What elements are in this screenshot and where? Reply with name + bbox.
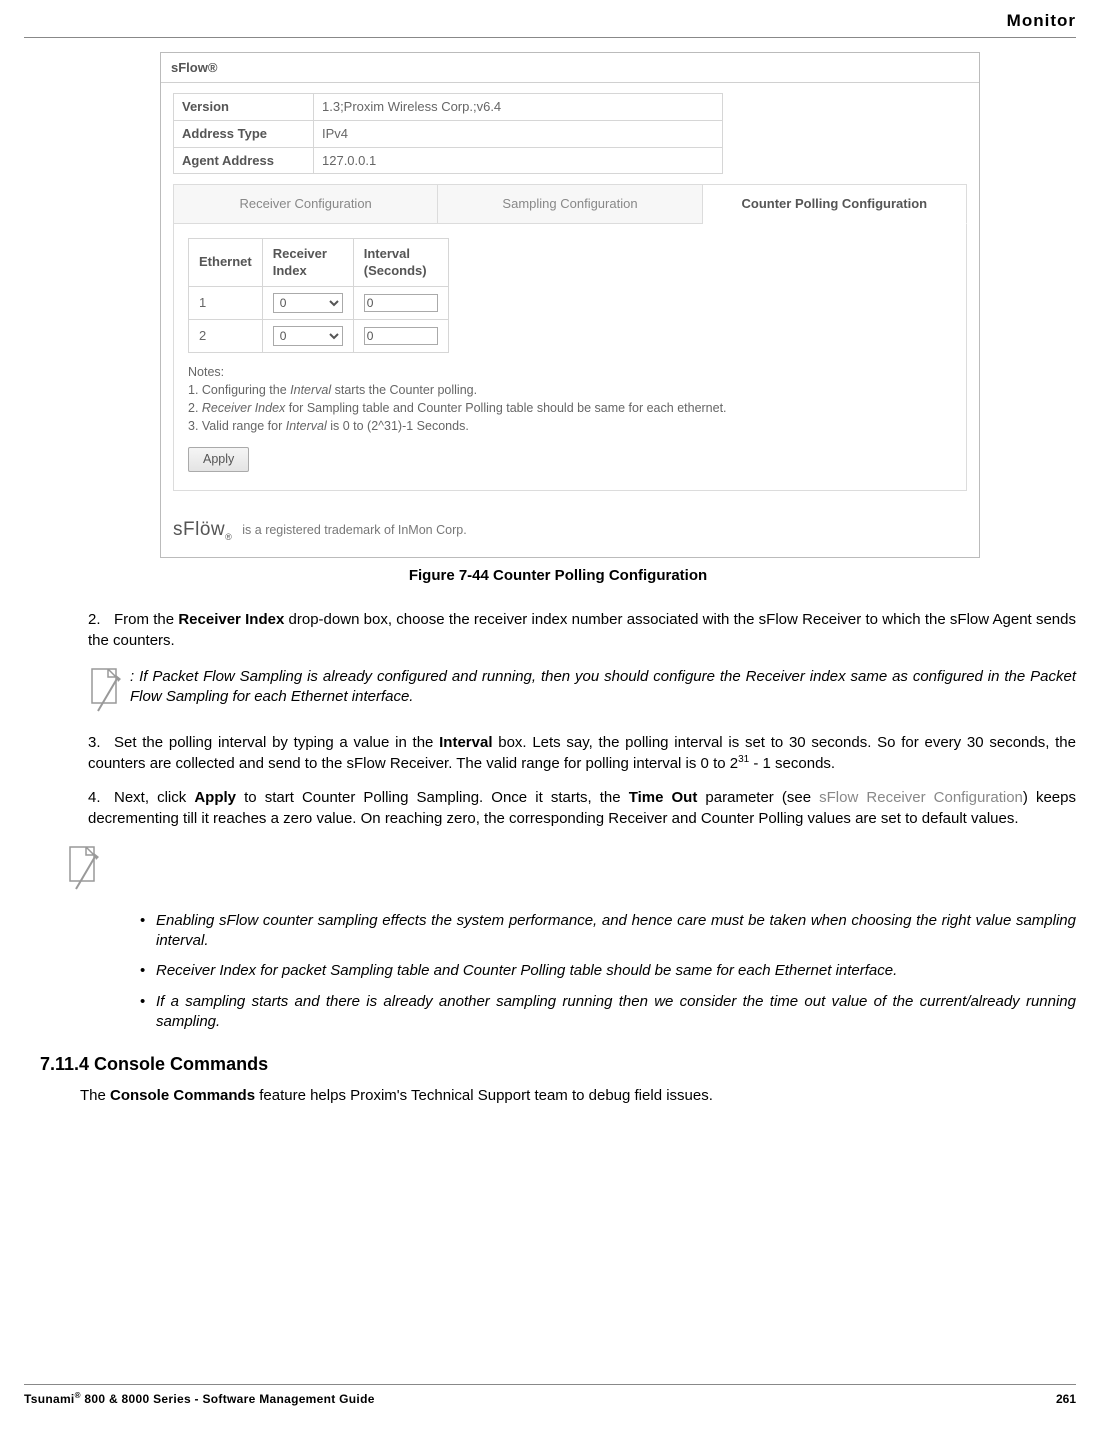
step-3: 3.Set the polling interval by typing a v… — [88, 733, 1076, 775]
page-number: 261 — [1056, 1391, 1076, 1407]
note-blank — [66, 845, 1076, 891]
step-2: 2.From the Receiver Index drop-down box,… — [88, 610, 1076, 651]
field-value-version: 1.3;Proxim Wireless Corp.;v6.4 — [314, 94, 723, 121]
col-receiver-index: Receiver Index — [262, 238, 353, 286]
table-row: 2 0 — [189, 319, 449, 352]
counter-polling-panel: Ethernet Receiver Index Interval (Second… — [173, 224, 967, 491]
header-rule — [24, 37, 1076, 38]
trademark-line: sFlöw® is a registered trademark of InMo… — [173, 517, 967, 543]
bullet-2: Receiver Index for packet Sampling table… — [140, 961, 1076, 981]
section-heading-console-commands: 7.11.4 Console Commands — [40, 1052, 1076, 1076]
tab-receiver-config[interactable]: Receiver Configuration — [173, 184, 438, 224]
col-interval: Interval (Seconds) — [353, 238, 448, 286]
table-row: 1 0 — [189, 286, 449, 319]
field-value-address-type: IPv4 — [314, 121, 723, 148]
col-ethernet: Ethernet — [189, 238, 263, 286]
screenshot-notes: Notes: 1. Configuring the Interval start… — [188, 363, 952, 436]
field-label-agent-address: Agent Address — [174, 147, 314, 174]
field-value-agent-address: 127.0.0.1 — [314, 147, 723, 174]
note-bullet-list: Enabling sFlow counter sampling effects … — [140, 911, 1076, 1032]
bullet-3: If a sampling starts and there is alread… — [140, 992, 1076, 1033]
note-text: : If Packet Flow Sampling is already con… — [130, 667, 1076, 708]
cell-ethernet-1: 1 — [189, 286, 263, 319]
footer-guide: 800 & 8000 Series - Software Management … — [81, 1392, 375, 1406]
receiver-index-select-2[interactable]: 0 — [273, 326, 343, 346]
counter-polling-table: Ethernet Receiver Index Interval (Second… — [188, 238, 449, 353]
figure-caption: Figure 7-44 Counter Polling Configuratio… — [40, 566, 1076, 586]
interval-input-2[interactable] — [364, 327, 438, 345]
sflow-screenshot: sFlow® Version 1.3;Proxim Wireless Corp.… — [160, 52, 980, 558]
tab-strip: Receiver Configuration Sampling Configur… — [173, 184, 967, 224]
sflow-logo-icon: sFlöw® — [173, 517, 232, 543]
sflow-panel-title: sFlow® — [161, 53, 979, 84]
console-commands-para: The Console Commands feature helps Proxi… — [80, 1086, 1076, 1106]
interval-input-1[interactable] — [364, 294, 438, 312]
receiver-index-select-1[interactable]: 0 — [273, 293, 343, 313]
note-icon — [88, 667, 124, 713]
page-section-title: Monitor — [24, 10, 1076, 37]
trademark-text: is a registered trademark of InMon Corp. — [242, 522, 466, 539]
step-4: 4.Next, click Apply to start Counter Pol… — [88, 788, 1076, 829]
field-label-version: Version — [174, 94, 314, 121]
bullet-1: Enabling sFlow counter sampling effects … — [140, 911, 1076, 952]
cell-ethernet-2: 2 — [189, 319, 263, 352]
note-packet-flow: : If Packet Flow Sampling is already con… — [88, 667, 1076, 713]
apply-button[interactable]: Apply — [188, 447, 249, 472]
field-label-address-type: Address Type — [174, 121, 314, 148]
sflow-fields-table: Version 1.3;Proxim Wireless Corp.;v6.4 A… — [173, 93, 723, 174]
page-footer: Tsunami® 800 & 8000 Series - Software Ma… — [24, 1384, 1076, 1407]
footer-product: Tsunami — [24, 1392, 75, 1406]
tab-counter-polling-config[interactable]: Counter Polling Configuration — [703, 184, 967, 224]
tab-sampling-config[interactable]: Sampling Configuration — [438, 184, 702, 224]
note-icon — [66, 845, 102, 891]
